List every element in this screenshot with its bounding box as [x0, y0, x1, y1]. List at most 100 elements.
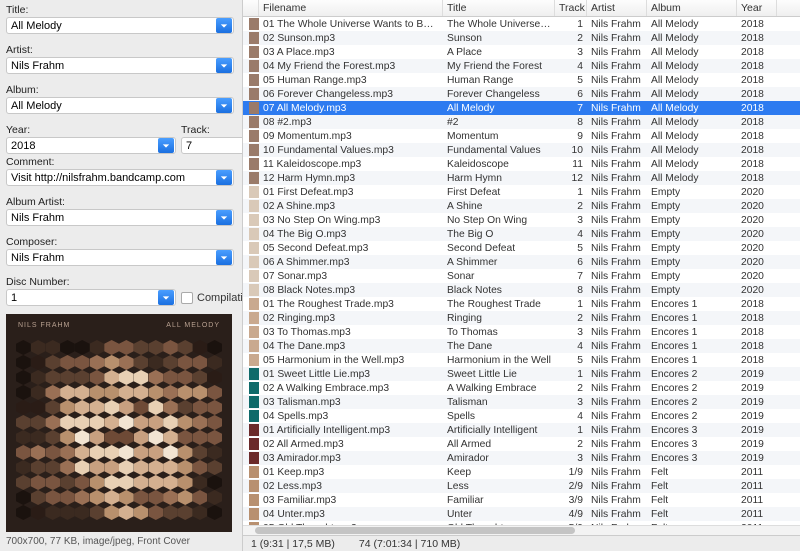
cell-track: 3/9	[555, 495, 587, 506]
table-row[interactable]: 02 A Shine.mp3A Shine2Nils FrahmEmpty202…	[243, 199, 800, 213]
year-input[interactable]	[7, 140, 157, 152]
col-title[interactable]: Title	[443, 0, 555, 16]
album-combo[interactable]	[6, 97, 234, 114]
cell-album: All Melody	[647, 103, 737, 114]
artist-combo[interactable]	[6, 57, 234, 74]
year-dropdown-btn[interactable]	[158, 138, 174, 153]
chevron-down-icon	[220, 174, 228, 182]
table-row[interactable]: 05 Second Defeat.mp3Second Defeat5Nils F…	[243, 241, 800, 255]
horizontal-scrollbar[interactable]	[243, 525, 800, 535]
table-row[interactable]: 04 The Big O.mp3The Big O4Nils FrahmEmpt…	[243, 227, 800, 241]
table-row[interactable]: 08 Black Notes.mp3Black Notes8Nils Frahm…	[243, 283, 800, 297]
table-row[interactable]: 09 Momentum.mp3Momentum9Nils FrahmAll Me…	[243, 129, 800, 143]
cell-year: 2020	[737, 215, 777, 226]
cell-artist: Nils Frahm	[587, 299, 647, 310]
cell-filename: 02 Sunson.mp3	[259, 33, 443, 44]
album-swatch-icon	[249, 508, 259, 520]
table-body[interactable]: 01 The Whole Universe Wants to Be Touche…	[243, 17, 800, 525]
albumartist-input[interactable]	[7, 212, 215, 224]
album-input[interactable]	[7, 100, 215, 112]
albumartist-dropdown-btn[interactable]	[216, 210, 232, 225]
table-row[interactable]: 01 The Whole Universe Wants to Be Touche…	[243, 17, 800, 31]
table-row[interactable]: 02 Ringing.mp3Ringing2Nils FrahmEncores …	[243, 311, 800, 325]
table-row[interactable]: 02 A Walking Embrace.mp3A Walking Embrac…	[243, 381, 800, 395]
table-row[interactable]: 01 Artificially Intelligent.mp3Artificia…	[243, 423, 800, 437]
table-row[interactable]: 02 Less.mp3Less2/9Nils FrahmFelt2011	[243, 479, 800, 493]
table-row[interactable]: 11 Kaleidoscope.mp3Kaleidoscope11Nils Fr…	[243, 157, 800, 171]
col-icon[interactable]	[243, 0, 259, 16]
table-row[interactable]: 03 A Place.mp3A Place3Nils FrahmAll Melo…	[243, 45, 800, 59]
table-row[interactable]: 01 The Roughest Trade.mp3The Roughest Tr…	[243, 297, 800, 311]
cell-filename: 02 Ringing.mp3	[259, 313, 443, 324]
cell-filename: 03 A Place.mp3	[259, 47, 443, 58]
title-dropdown-btn[interactable]	[216, 18, 232, 33]
album-swatch-icon	[249, 466, 259, 478]
title-combo[interactable]	[6, 17, 234, 34]
table-row[interactable]: 05 Harmonium in the Well.mp3Harmonium in…	[243, 353, 800, 367]
cell-title: Momentum	[443, 131, 555, 142]
cell-album: All Melody	[647, 19, 737, 30]
cell-title: Unter	[443, 509, 555, 520]
composer-dropdown-btn[interactable]	[216, 250, 232, 265]
col-track[interactable]: Track	[555, 0, 587, 16]
scrollbar-thumb[interactable]	[255, 527, 575, 534]
cell-track: 11	[555, 159, 587, 170]
cell-title: All Armed	[443, 439, 555, 450]
table-row[interactable]: 04 The Dane.mp3The Dane4Nils FrahmEncore…	[243, 339, 800, 353]
cell-year: 2019	[737, 439, 777, 450]
discnum-input[interactable]	[7, 292, 157, 304]
table-row[interactable]: 03 To Thomas.mp3To Thomas3Nils FrahmEnco…	[243, 325, 800, 339]
table-row[interactable]: 01 Sweet Little Lie.mp3Sweet Little Lie1…	[243, 367, 800, 381]
artist-dropdown-btn[interactable]	[216, 58, 232, 73]
title-input[interactable]	[7, 20, 215, 32]
table-row[interactable]: 01 Keep.mp3Keep1/9Nils FrahmFelt2011	[243, 465, 800, 479]
table-row[interactable]: 05 Human Range.mp3Human Range5Nils Frahm…	[243, 73, 800, 87]
albumartist-combo[interactable]	[6, 209, 234, 226]
col-album[interactable]: Album	[647, 0, 737, 16]
comment-dropdown-btn[interactable]	[216, 170, 232, 185]
discnum-combo[interactable]	[6, 289, 176, 306]
chevron-down-icon	[162, 142, 170, 150]
cell-track: 2/9	[555, 481, 587, 492]
table-row[interactable]: 04 My Friend the Forest.mp3My Friend the…	[243, 59, 800, 73]
table-row[interactable]: 04 Unter.mp3Unter4/9Nils FrahmFelt2011	[243, 507, 800, 521]
cell-filename: 10 Fundamental Values.mp3	[259, 145, 443, 156]
table-row[interactable]: 12 Harm Hymn.mp3Harm Hymn12Nils FrahmAll…	[243, 171, 800, 185]
discnum-dropdown-btn[interactable]	[158, 290, 174, 305]
table-row[interactable]: 07 All Melody.mp3All Melody7Nils FrahmAl…	[243, 101, 800, 115]
album-swatch-icon	[249, 382, 259, 394]
col-artist[interactable]: Artist	[587, 0, 647, 16]
table-row[interactable]: 02 Sunson.mp3Sunson2Nils FrahmAll Melody…	[243, 31, 800, 45]
album-dropdown-btn[interactable]	[216, 98, 232, 113]
comment-combo[interactable]	[6, 169, 234, 186]
table-row[interactable]: 08 #2.mp3#28Nils FrahmAll Melody2018	[243, 115, 800, 129]
table-row[interactable]: 06 Forever Changeless.mp3Forever Changel…	[243, 87, 800, 101]
album-swatch-icon	[249, 186, 259, 198]
album-art[interactable]: NILS FRAHM ALL MELODY	[6, 314, 232, 532]
col-filename[interactable]: Filename	[259, 0, 443, 16]
table-row[interactable]: 03 No Step On Wing.mp3No Step On Wing3Ni…	[243, 213, 800, 227]
album-swatch-icon	[249, 452, 259, 464]
table-row[interactable]: 02 All Armed.mp3All Armed2Nils FrahmEnco…	[243, 437, 800, 451]
cell-year: 2019	[737, 453, 777, 464]
comment-input[interactable]	[7, 172, 215, 184]
composer-input[interactable]	[7, 252, 215, 264]
cell-track: 3	[555, 453, 587, 464]
table-row[interactable]: 10 Fundamental Values.mp3Fundamental Val…	[243, 143, 800, 157]
cell-year: 2018	[737, 313, 777, 324]
composer-combo[interactable]	[6, 249, 234, 266]
table-row[interactable]: 03 Amirador.mp3Amirador3Nils FrahmEncore…	[243, 451, 800, 465]
cell-album: Encores 2	[647, 411, 737, 422]
table-row[interactable]: 07 Sonar.mp3Sonar7Nils FrahmEmpty2020	[243, 269, 800, 283]
table-row[interactable]: 04 Spells.mp3Spells4Nils FrahmEncores 22…	[243, 409, 800, 423]
table-row[interactable]: 06 A Shimmer.mp3A Shimmer6Nils FrahmEmpt…	[243, 255, 800, 269]
cell-filename: 02 Less.mp3	[259, 481, 443, 492]
col-year[interactable]: Year	[737, 0, 777, 16]
table-row[interactable]: 01 First Defeat.mp3First Defeat1Nils Fra…	[243, 185, 800, 199]
table-row[interactable]: 03 Talisman.mp3Talisman3Nils FrahmEncore…	[243, 395, 800, 409]
artist-input[interactable]	[7, 60, 215, 72]
year-combo[interactable]	[6, 137, 176, 154]
table-row[interactable]: 03 Familiar.mp3Familiar3/9Nils FrahmFelt…	[243, 493, 800, 507]
cell-year: 2018	[737, 117, 777, 128]
compilation-checkbox[interactable]	[181, 292, 193, 304]
